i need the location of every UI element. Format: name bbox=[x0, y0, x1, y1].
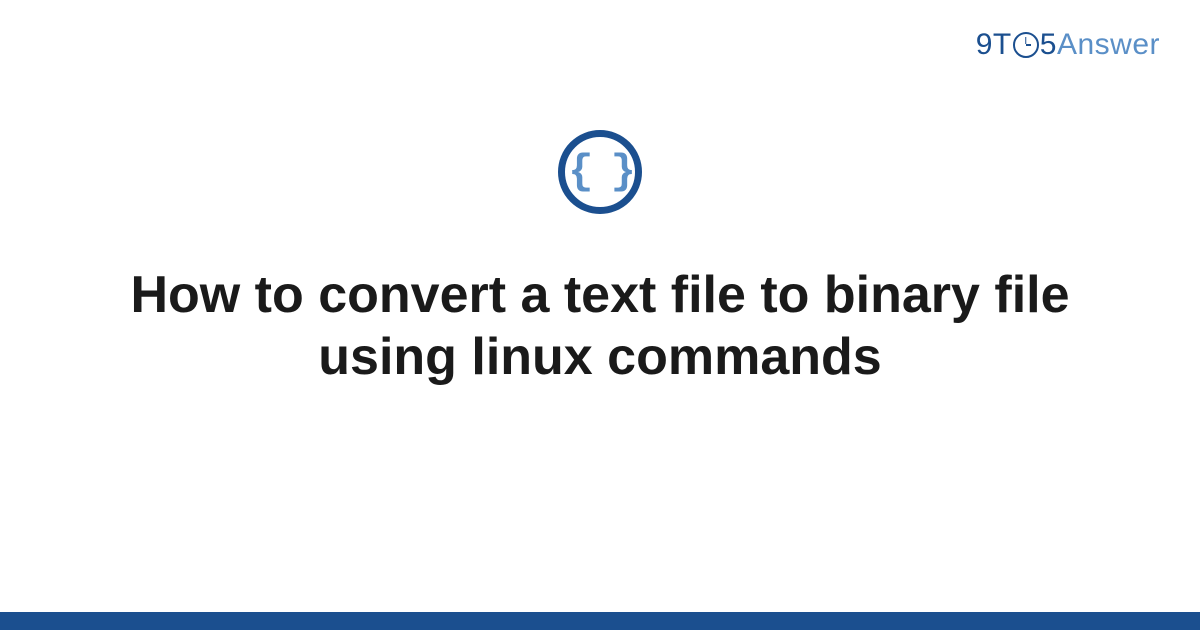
code-braces-icon: { } bbox=[568, 151, 632, 193]
question-title: How to convert a text file to binary fil… bbox=[100, 264, 1100, 389]
site-logo: 9T 5 Answer bbox=[976, 28, 1160, 62]
clock-icon bbox=[1013, 32, 1039, 58]
logo-text-5: 5 bbox=[1040, 28, 1057, 62]
logo-text-9t: 9T bbox=[976, 28, 1012, 62]
footer-accent-bar bbox=[0, 612, 1200, 630]
category-icon-circle: { } bbox=[558, 130, 642, 214]
logo-text-answer: Answer bbox=[1057, 28, 1160, 62]
main-content: { } How to convert a text file to binary… bbox=[0, 130, 1200, 389]
